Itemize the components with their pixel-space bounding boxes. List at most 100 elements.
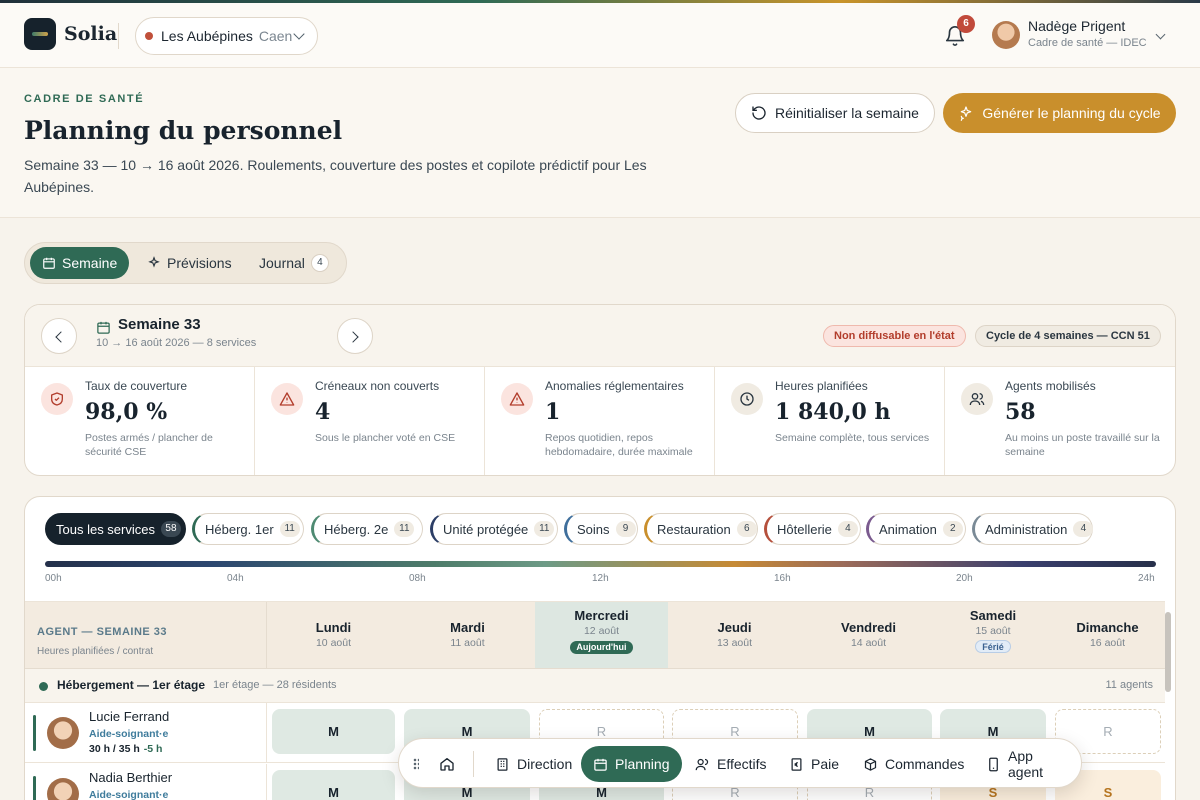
nav-app-agent[interactable]: App agent bbox=[974, 746, 1081, 782]
chip-hebergement-2e[interactable]: Héberg. 2e 11 bbox=[311, 513, 423, 545]
chip-label: Hôtellerie bbox=[777, 521, 832, 537]
nav-commandes[interactable]: Commandes bbox=[851, 746, 976, 782]
warning-icon bbox=[271, 383, 303, 415]
timeline-label: 20h bbox=[956, 573, 973, 584]
view-tabs: Semaine Prévisions Journal 4 bbox=[24, 242, 347, 284]
agent-name: Lucie Ferrand bbox=[89, 709, 170, 724]
top-bar: Solia Les Aubépines Caen 6 Nadège Prigen… bbox=[0, 3, 1200, 68]
chip-label: Unité protégée bbox=[443, 521, 529, 537]
chip-restauration[interactable]: Restauration 6 bbox=[644, 513, 758, 545]
users-icon bbox=[695, 757, 710, 772]
divider bbox=[473, 751, 474, 777]
chip-label: Restauration bbox=[657, 521, 731, 537]
agent-service-accent bbox=[33, 715, 36, 751]
building-icon bbox=[495, 757, 510, 772]
site-city: Caen bbox=[258, 28, 293, 44]
calendar-icon bbox=[42, 256, 56, 270]
tab-semaine[interactable]: Semaine bbox=[30, 247, 130, 279]
chip-count: 9 bbox=[615, 521, 636, 537]
chip-count: 4 bbox=[837, 521, 858, 537]
next-week-button[interactable] bbox=[337, 318, 373, 354]
kpi-planned-hours: Heures planifiées 1 840,0 h Semaine comp… bbox=[715, 367, 945, 475]
chip-soins[interactable]: Soins 9 bbox=[564, 513, 638, 545]
agent-cell[interactable]: Nadia Berthier Aide-soignant·e bbox=[25, 764, 267, 800]
chip-label: Tous les services bbox=[56, 521, 155, 537]
kpi-value: 1 bbox=[545, 399, 561, 425]
chevron-down-icon[interactable] bbox=[1155, 29, 1166, 40]
day-date: 13 août bbox=[716, 637, 753, 649]
holiday-badge: Férié bbox=[975, 640, 1011, 653]
week-summary-card: Semaine 33 10 → 16 août 2026 — 8 service… bbox=[24, 304, 1176, 476]
chip-administration[interactable]: Administration 4 bbox=[972, 513, 1094, 545]
day-date: 15 août bbox=[975, 625, 1011, 637]
day-header-dimanche: Dimanche 16 août bbox=[1050, 602, 1165, 668]
kpi-label: Taux de couverture bbox=[85, 379, 188, 393]
kpi-description: Repos quotidien, repos hebdomadaire, dur… bbox=[545, 432, 693, 458]
day-date: 10 août bbox=[315, 637, 352, 649]
chip-label: Administration bbox=[985, 521, 1068, 537]
sparkles-icon bbox=[958, 105, 974, 121]
chip-animation[interactable]: Animation 2 bbox=[866, 513, 966, 545]
chip-count: 11 bbox=[394, 521, 415, 537]
timeline-label: 00h bbox=[45, 573, 62, 584]
home-button[interactable] bbox=[431, 746, 463, 782]
group-meta: 1er étage — 28 résidents bbox=[213, 679, 337, 691]
page-eyebrow: CADRE DE SANTÉ bbox=[24, 93, 145, 105]
logo-icon[interactable] bbox=[24, 18, 56, 50]
day-timeline-bar bbox=[45, 561, 1156, 567]
user-avatar[interactable] bbox=[992, 21, 1020, 49]
calendar-icon bbox=[96, 320, 111, 335]
shift-cell[interactable]: M bbox=[272, 709, 395, 754]
chip-hebergement-1er[interactable]: Héberg. 1er 11 bbox=[192, 513, 304, 545]
week-header: Semaine 33 10 → 16 août 2026 — 8 service… bbox=[25, 305, 1175, 367]
chip-count: 4 bbox=[1073, 521, 1094, 537]
shift-cell[interactable]: M bbox=[272, 770, 395, 800]
day-date: 14 août bbox=[850, 637, 887, 649]
nav-direction[interactable]: Direction bbox=[483, 746, 584, 782]
nav-planning[interactable]: Planning bbox=[581, 746, 682, 782]
brand-name: Solia bbox=[64, 23, 118, 45]
agent-header-subtitle: Heures planifiées / contrat bbox=[37, 646, 154, 657]
chevron-right-icon bbox=[347, 331, 359, 343]
page-subtitle: Semaine 33 — 10 → 16 août 2026. Roulemen… bbox=[24, 157, 647, 195]
drag-handle-icon[interactable] bbox=[413, 758, 419, 770]
kpi-description: Semaine complète, tous services bbox=[775, 432, 930, 444]
service-group-row[interactable]: Hébergement — 1er étage 1er étage — 28 r… bbox=[25, 669, 1165, 703]
schedule-header: AGENT — SEMAINE 33 Heures planifiées / c… bbox=[25, 601, 1165, 669]
kpi-label: Créneaux non couverts bbox=[315, 379, 440, 393]
sparkles-icon bbox=[147, 256, 161, 270]
user-name[interactable]: Nadège Prigent bbox=[1028, 18, 1125, 34]
agent-cell[interactable]: Lucie Ferrand Aide-soignant·e 30 h / 35 … bbox=[25, 703, 267, 763]
reset-week-button[interactable]: Réinitialiser la semaine bbox=[735, 93, 935, 133]
tab-label: Journal bbox=[259, 255, 305, 271]
day-header-mardi: Mardi 11 août bbox=[400, 602, 535, 668]
grid-scrollbar[interactable] bbox=[1165, 612, 1171, 692]
site-selector[interactable]: Les Aubépines Caen bbox=[135, 17, 318, 55]
avatar bbox=[47, 778, 79, 800]
kpi-value: 98,0 % bbox=[85, 399, 168, 425]
chip-unite-protegee[interactable]: Unité protégée 11 bbox=[430, 513, 558, 545]
timeline-label: 04h bbox=[227, 573, 244, 584]
page-header: CADRE DE SANTÉ Planning du personnel Sem… bbox=[0, 68, 1200, 218]
group-agent-count: 11 agents bbox=[1105, 679, 1153, 691]
chip-label: Animation bbox=[879, 521, 937, 537]
group-color-dot bbox=[39, 682, 48, 691]
week-subtitle: 10 → 16 août 2026 — 8 services bbox=[96, 337, 257, 349]
kpi-agents: Agents mobilisés 58 Au moins un poste tr… bbox=[945, 367, 1175, 475]
kpi-description: Postes armés / plancher de sécurité CSE bbox=[85, 432, 213, 458]
generate-planning-button[interactable]: Générer le planning du cycle bbox=[943, 93, 1176, 133]
today-badge: Aujourd'hui bbox=[570, 641, 633, 654]
nav-label: Effectifs bbox=[717, 756, 767, 772]
chip-count: 58 bbox=[160, 521, 181, 537]
nav-paie[interactable]: Paie bbox=[777, 746, 851, 782]
nav-effectifs[interactable]: Effectifs bbox=[683, 746, 779, 782]
chip-all-services[interactable]: Tous les services 58 bbox=[45, 513, 186, 545]
chip-hotellerie[interactable]: Hôtellerie 4 bbox=[764, 513, 861, 545]
week-title: Semaine 33 bbox=[118, 316, 201, 333]
chip-label: Soins bbox=[577, 521, 610, 537]
tab-previsions[interactable]: Prévisions bbox=[135, 247, 244, 279]
previous-week-button[interactable] bbox=[41, 318, 77, 354]
agent-hours: 30 h / 35 h -5 h bbox=[89, 743, 162, 755]
nav-label: Planning bbox=[615, 756, 670, 772]
tab-journal[interactable]: Journal 4 bbox=[247, 247, 341, 279]
